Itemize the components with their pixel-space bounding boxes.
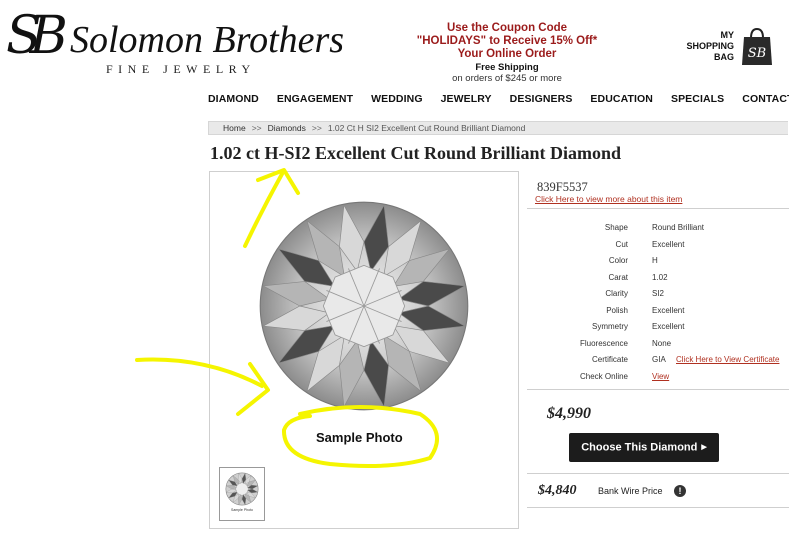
- spec-row-polish: Polish Excellent: [530, 304, 788, 321]
- free-shipping-label: Free Shipping: [475, 62, 539, 73]
- spec-row-certificate: Certificate GIA Click Here to View Certi…: [530, 353, 788, 370]
- spec-table: Shape Round Brilliant Cut Excellent Colo…: [530, 221, 788, 386]
- sample-photo-label: Sample Photo: [316, 430, 403, 445]
- spec-label: Polish: [606, 305, 628, 315]
- thumbnail-image[interactable]: Sample Photo: [219, 467, 265, 521]
- logo-subtitle: FINE JEWELRY: [106, 62, 256, 76]
- breadcrumb-diamonds[interactable]: Diamonds: [268, 123, 306, 133]
- nav-item-designers[interactable]: DESIGNERS: [510, 93, 573, 105]
- info-icon[interactable]: !: [674, 485, 686, 497]
- divider: [527, 389, 789, 390]
- promo-line-1: Use the Coupon Code: [446, 22, 568, 34]
- page-title: 1.02 ct H-SI2 Excellent Cut Round Brilli…: [210, 143, 622, 163]
- bag-label-line-2: SHOPPING: [686, 41, 734, 51]
- spec-label: Color: [608, 256, 628, 265]
- spec-row-shape: Shape Round Brilliant: [530, 221, 788, 238]
- view-certificate-link[interactable]: Click Here to View Certificate: [676, 355, 779, 364]
- check-online-view-link[interactable]: View: [652, 372, 669, 381]
- breadcrumb-separator: >>: [311, 123, 322, 133]
- spec-value: SI2: [652, 289, 665, 298]
- svg-text:SB: SB: [748, 46, 766, 61]
- spec-label: Certificate: [591, 355, 628, 364]
- spec-label: Clarity: [605, 289, 628, 298]
- breadcrumb: Home >> Diamonds >> 1.02 Ct H SI2 Excellent …: [208, 121, 788, 135]
- nav-item-wedding[interactable]: WEDDING: [371, 93, 422, 105]
- view-more-link[interactable]: Click Here to view more about this item: [535, 194, 682, 204]
- spec-label: Carat: [608, 272, 628, 282]
- spec-row-clarity: Clarity SI2: [530, 287, 788, 304]
- divider: [527, 208, 789, 209]
- bag-label-line-3: BAG: [714, 52, 734, 62]
- bank-wire-label: Bank Wire Price: [598, 486, 663, 496]
- nav-item-specials[interactable]: SPECIALS: [671, 93, 724, 105]
- spec-label: Symmetry: [592, 322, 628, 331]
- price: $4,990: [547, 405, 591, 422]
- spec-value: GIA: [652, 355, 666, 364]
- spec-value: H: [652, 256, 658, 265]
- spec-value: None: [652, 338, 672, 348]
- spec-value: Excellent: [652, 322, 685, 331]
- divider: [527, 473, 789, 474]
- product-image-panel: Sample Photo Sample Photo: [209, 171, 519, 529]
- shopping-bag-link[interactable]: MY SHOPPING BAG: [676, 30, 734, 63]
- bag-label-line-1: MY: [720, 30, 735, 40]
- spec-row-check-online: Check Online View: [530, 370, 788, 387]
- stock-number: 839F5537: [537, 180, 588, 194]
- promo-line-3: Your Online Order: [457, 48, 557, 60]
- spec-row-symmetry: Symmetry Excellent: [530, 320, 788, 337]
- breadcrumb-separator: >>: [251, 123, 262, 133]
- thumbnail-diamond: [225, 472, 259, 506]
- choose-diamond-button[interactable]: Choose This Diamond ▶: [569, 433, 719, 462]
- caret-right-icon: ▶: [701, 444, 707, 451]
- logo-monogram: SB: [6, 6, 68, 66]
- spec-label: Cut: [615, 239, 628, 249]
- spec-label: Fluorescence: [579, 338, 628, 348]
- spec-row-fluorescence: Fluorescence None: [530, 337, 788, 354]
- spec-value: Excellent: [652, 305, 685, 315]
- breadcrumb-current: 1.02 Ct H SI2 Excellent Cut Round Brilli…: [327, 123, 526, 133]
- site-logo[interactable]: SB Solomon Brothers FINE JEWELRY: [4, 6, 344, 84]
- thumbnail-caption: Sample Photo: [231, 508, 253, 512]
- spec-value: Excellent: [652, 239, 685, 249]
- coupon-promo: Use the Coupon Code "HOLIDAYS" to Receiv…: [400, 22, 614, 84]
- choose-button-label: Choose This Diamond: [581, 441, 698, 454]
- spec-row-color: Color H: [530, 254, 788, 271]
- nav-item-contact-us[interactable]: CONTACT US: [742, 93, 789, 105]
- spec-value: Round Brilliant: [652, 223, 705, 232]
- spec-label: Check Online: [579, 371, 628, 381]
- spec-row-carat: Carat 1.02: [530, 271, 788, 288]
- nav-item-jewelry[interactable]: JEWELRY: [441, 93, 492, 105]
- breadcrumb-home[interactable]: Home: [223, 123, 246, 133]
- diamond-image[interactable]: [257, 199, 471, 413]
- spec-value: 1.02: [652, 272, 668, 282]
- free-shipping-terms: on orders of $245 or more: [452, 73, 562, 84]
- spec-row-cut: Cut Excellent: [530, 238, 788, 255]
- nav-item-education[interactable]: EDUCATION: [590, 93, 653, 105]
- logo-name: Solomon Brothers: [70, 19, 345, 61]
- main-navigation: DIAMOND ENGAGEMENT WEDDING JEWELRY DESIG…: [208, 93, 789, 109]
- spec-label: Shape: [604, 223, 628, 232]
- bank-wire-price: $4,840: [538, 483, 577, 498]
- nav-item-engagement[interactable]: ENGAGEMENT: [277, 93, 353, 105]
- divider: [527, 507, 789, 508]
- nav-item-diamond[interactable]: DIAMOND: [208, 93, 259, 105]
- promo-line-2: "HOLIDAYS" to Receive 15% Off*: [416, 35, 598, 47]
- shopping-bag-icon[interactable]: SB: [740, 26, 774, 66]
